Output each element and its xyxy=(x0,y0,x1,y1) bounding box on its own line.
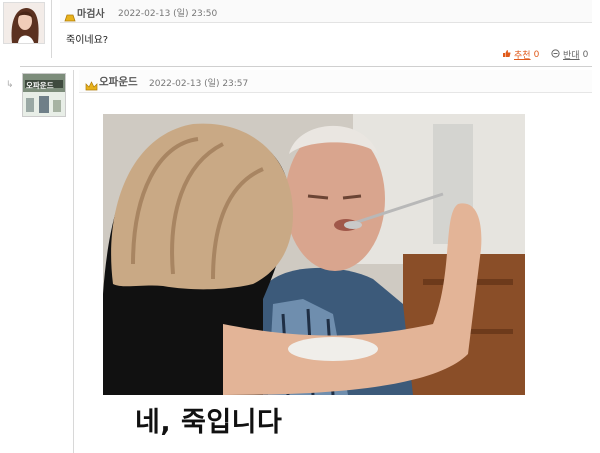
comment-author[interactable]: 마검사 xyxy=(77,5,105,20)
avatar-label: 오파운드 xyxy=(26,81,54,90)
comment-header: 마검사 2022-02-13 (일) 23:50 xyxy=(60,0,592,23)
crown-icon xyxy=(85,76,98,95)
downvote-button[interactable]: 반대 0 xyxy=(551,48,588,61)
reply-arrow-icon: ↳ xyxy=(6,80,14,90)
thumbs-down-icon xyxy=(551,48,560,61)
separator xyxy=(20,66,592,67)
comment-text: 죽이네요? xyxy=(66,35,109,46)
gold-bar-icon xyxy=(64,7,76,26)
downvote-label: 반대 xyxy=(563,51,580,61)
reply-header: 오파운드 2022-02-13 (일) 23:57 xyxy=(79,70,592,93)
reply-image-card: 네, 죽입니다 xyxy=(88,100,540,440)
reply-date: 2022-02-13 (일) 23:57 xyxy=(149,79,249,89)
image-caption: 네, 죽입니다 xyxy=(135,407,283,438)
meme-photo xyxy=(103,114,525,395)
divider xyxy=(73,70,74,453)
downvote-count: 0 xyxy=(582,49,589,60)
avatar[interactable] xyxy=(3,2,45,44)
comment-item: 마검사 2022-02-13 (일) 23:50 죽이네요? 추천 0 반대 0 xyxy=(0,0,600,66)
divider xyxy=(51,0,52,58)
upvote-count: 0 xyxy=(533,49,540,60)
upvote-button[interactable]: 추천 0 xyxy=(502,48,539,61)
thumbs-up-icon xyxy=(502,49,511,61)
comment-date: 2022-02-13 (일) 23:50 xyxy=(118,9,218,19)
upvote-label: 추천 xyxy=(514,51,531,61)
reply-avatar[interactable]: 오파운드 xyxy=(22,73,66,117)
reply-author[interactable]: 오파운드 xyxy=(99,74,138,89)
